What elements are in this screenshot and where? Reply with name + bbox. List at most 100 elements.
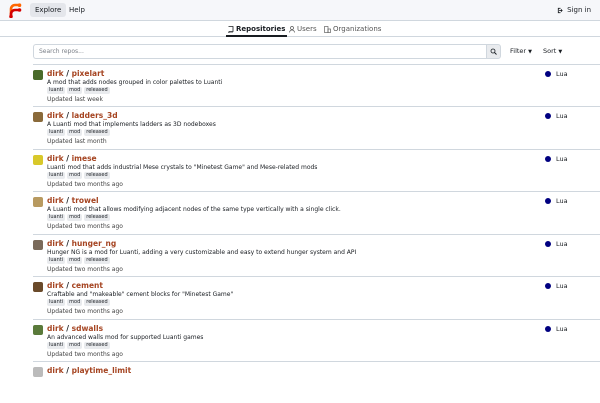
repo-language: Lua	[545, 112, 568, 120]
repo-title-link[interactable]: dirk / pixelart	[47, 69, 104, 78]
tab-organizations[interactable]: Organizations	[322, 22, 383, 36]
repo-topics: luanti mod released	[47, 129, 112, 137]
topic-badge[interactable]: released	[84, 129, 110, 136]
repo-owner[interactable]: dirk	[47, 111, 64, 120]
topic-badge[interactable]: mod	[67, 214, 83, 221]
repo-topics: luanti mod released	[47, 342, 112, 350]
repo-name[interactable]: pixelart	[72, 69, 105, 78]
tab-users[interactable]: Users	[287, 22, 319, 36]
repo-topics: luanti mod released	[47, 214, 112, 222]
repo-avatar[interactable]	[33, 325, 43, 335]
topic-badge[interactable]: released	[84, 214, 110, 221]
topic-badge[interactable]: luanti	[47, 87, 66, 94]
tab-repositories[interactable]: Repositories	[226, 22, 288, 37]
topic-badge[interactable]: mod	[67, 172, 83, 179]
repo-updated: Updated two months ago	[47, 223, 123, 230]
topic-badge[interactable]: luanti	[47, 342, 66, 349]
repo-owner[interactable]: dirk	[47, 239, 64, 248]
topic-badge[interactable]: released	[84, 342, 110, 349]
repo-topics: luanti mod released	[47, 172, 112, 180]
list-item: dirk / playtime_limit	[33, 361, 600, 403]
topic-badge[interactable]: released	[84, 299, 110, 306]
list-item: dirk / cement Craftable and "makeable" c…	[33, 276, 600, 318]
repo-title-link[interactable]: dirk / hunger_ng	[47, 239, 116, 248]
repo-avatar[interactable]	[33, 282, 43, 292]
sort-dropdown[interactable]: Sort ▼	[543, 44, 562, 59]
topic-badge[interactable]: mod	[67, 299, 83, 306]
repo-language: Lua	[545, 325, 568, 333]
repo-avatar[interactable]	[33, 367, 43, 377]
repo-updated: Updated last month	[47, 138, 107, 145]
repo-updated: Updated two months ago	[47, 308, 123, 315]
language-dot	[545, 241, 551, 247]
repo-name[interactable]: sdwalls	[72, 324, 103, 333]
list-item: dirk / sdwalls An advanced walls mod for…	[33, 319, 600, 361]
search-input[interactable]	[33, 44, 487, 59]
repo-owner[interactable]: dirk	[47, 324, 64, 333]
repo-name[interactable]: ladders_3d	[72, 111, 118, 120]
repo-owner[interactable]: dirk	[47, 366, 64, 375]
repo-title-link[interactable]: dirk / imese	[47, 154, 97, 163]
repo-updated: Updated last week	[47, 96, 103, 103]
topic-badge[interactable]: mod	[67, 257, 83, 264]
list-item: dirk / ladders_3d A Luanti mod that impl…	[33, 106, 600, 148]
topic-badge[interactable]: mod	[67, 87, 83, 94]
topic-badge[interactable]: luanti	[47, 129, 66, 136]
repo-avatar[interactable]	[33, 70, 43, 80]
repo-title-link[interactable]: dirk / ladders_3d	[47, 111, 118, 120]
language-label: Lua	[556, 325, 568, 333]
repo-language: Lua	[545, 240, 568, 248]
chevron-down-icon: ▼	[528, 49, 532, 55]
repo-avatar[interactable]	[33, 197, 43, 207]
topic-badge[interactable]: luanti	[47, 172, 66, 179]
search-button[interactable]	[486, 44, 501, 59]
repo-name[interactable]: trowel	[72, 196, 99, 205]
repo-avatar[interactable]	[33, 112, 43, 122]
forgejo-logo-icon[interactable]	[8, 3, 22, 18]
repo-name[interactable]: hunger_ng	[72, 239, 117, 248]
repo-name[interactable]: playtime_limit	[72, 366, 132, 375]
repo-owner[interactable]: dirk	[47, 154, 64, 163]
repo-language: Lua	[545, 155, 568, 163]
explore-tabs: Repositories Users Organizations	[0, 21, 600, 37]
nav-explore[interactable]: Explore	[30, 3, 67, 17]
repo-avatar[interactable]	[33, 155, 43, 165]
topic-badge[interactable]: luanti	[47, 214, 66, 221]
repo-topics: luanti mod released	[47, 257, 112, 265]
repo-title-link[interactable]: dirk / trowel	[47, 196, 99, 205]
repo-description: An advanced walls mod for supported Luan…	[47, 334, 204, 341]
topic-badge[interactable]: mod	[67, 129, 83, 136]
language-label: Lua	[556, 282, 568, 290]
topic-badge[interactable]: released	[84, 87, 110, 94]
topic-badge[interactable]: luanti	[47, 299, 66, 306]
repo-title-link[interactable]: dirk / cement	[47, 281, 103, 290]
repo-title-link[interactable]: dirk / playtime_limit	[47, 366, 131, 375]
topic-badge[interactable]: mod	[67, 342, 83, 349]
language-dot	[545, 283, 551, 289]
repo-description: A mod that adds nodes grouped in color p…	[47, 79, 223, 86]
tab-organizations-label: Organizations	[333, 25, 382, 33]
repo-description: Luanti mod that adds industrial Mese cry…	[47, 164, 318, 171]
language-label: Lua	[556, 70, 568, 78]
nav-help[interactable]: Help	[64, 3, 90, 17]
sort-label: Sort	[543, 47, 557, 55]
repo-topics: luanti mod released	[47, 87, 112, 95]
language-label: Lua	[556, 240, 568, 248]
repo-owner[interactable]: dirk	[47, 69, 64, 78]
person-icon	[289, 25, 295, 33]
topic-badge[interactable]: released	[84, 172, 110, 179]
sign-in-label: Sign in	[567, 6, 591, 14]
repo-name[interactable]: imese	[72, 154, 97, 163]
filter-dropdown[interactable]: Filter ▼	[510, 44, 532, 59]
repo-name[interactable]: cement	[72, 281, 103, 290]
repo-owner[interactable]: dirk	[47, 196, 64, 205]
topic-badge[interactable]: released	[84, 257, 110, 264]
sign-in-icon	[558, 7, 563, 13]
organization-icon	[324, 25, 331, 33]
sign-in-link[interactable]: Sign in	[557, 3, 591, 17]
filter-label: Filter	[510, 47, 527, 55]
topic-badge[interactable]: luanti	[47, 257, 66, 264]
repo-avatar[interactable]	[33, 240, 43, 250]
repo-owner[interactable]: dirk	[47, 281, 64, 290]
repo-title-link[interactable]: dirk / sdwalls	[47, 324, 103, 333]
